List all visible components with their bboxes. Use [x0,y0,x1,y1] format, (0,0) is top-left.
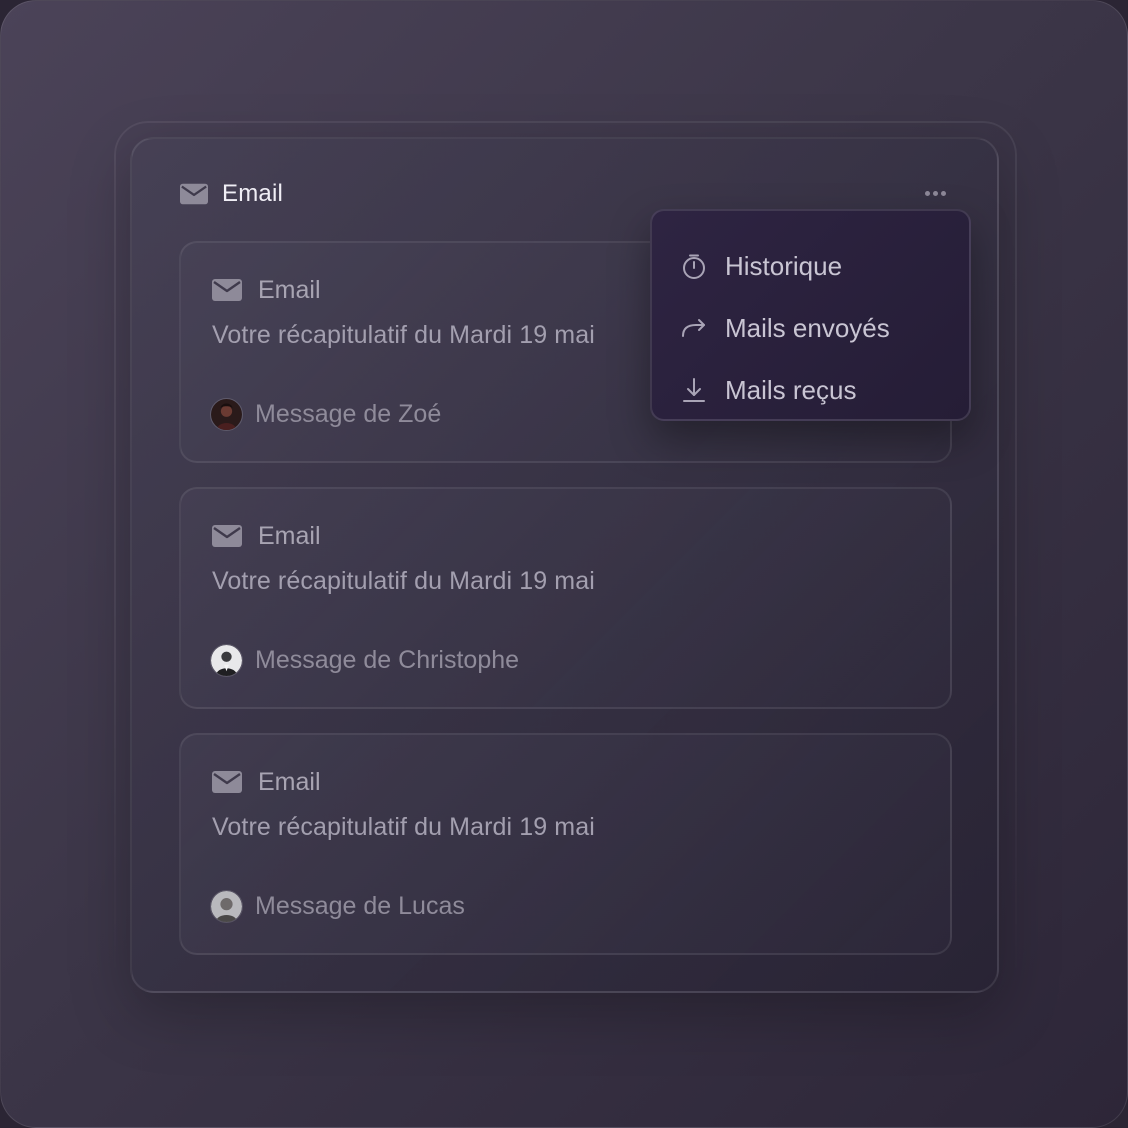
card-header: Email [212,275,321,305]
mail-icon [212,771,242,793]
menu-item-label: Mails reçus [725,374,857,405]
avatar-lucas [210,889,243,923]
more-horizontal-icon [924,190,930,196]
widget-title: Email [222,180,284,207]
mail-icon [212,525,242,547]
email-card[interactable]: Email Votre récapitulatif du Mardi 19 ma… [179,733,952,955]
card-header: Email [212,521,321,551]
menu-item-historique[interactable]: Historique [652,235,969,297]
download-icon [683,378,705,402]
stopwatch-icon [683,254,705,279]
card-message-text: Message de Lucas [255,891,465,920]
widget-header: Email [180,179,283,209]
card-message: Message de Zoé [210,397,441,431]
options-dropdown-menu: Historique Mails envoyés Mails reçus [650,209,971,421]
menu-item-mails-recus[interactable]: Mails reçus [652,359,969,421]
forward-arrow-icon [682,319,705,337]
card-subject: Votre récapitulatif du Mardi 19 mai [212,813,595,841]
more-options-button[interactable] [919,181,951,205]
card-message-text: Message de Christophe [255,645,520,674]
menu-item-mails-envoyes[interactable]: Mails envoyés [652,297,969,359]
card-message: Message de Christophe [210,643,519,677]
mail-icon [212,279,242,301]
avatar-christophe [210,643,243,677]
card-subject: Votre récapitulatif du Mardi 19 mai [212,567,595,595]
avatar-zoe [210,397,243,431]
app-frame: Email Email Votre récapitulatif du Mardi… [0,0,1128,1128]
card-header: Email [212,767,321,797]
email-card[interactable]: Email Votre récapitulatif du Mardi 19 ma… [179,487,952,709]
card-message: Message de Lucas [210,889,465,923]
card-subject: Votre récapitulatif du Mardi 19 mai [212,321,595,349]
menu-item-label: Mails envoyés [725,312,890,343]
card-label: Email [258,767,321,796]
menu-item-label: Historique [725,250,843,281]
mail-icon [180,183,208,205]
card-message-text: Message de Zoé [255,399,442,428]
card-label: Email [258,521,321,550]
card-label: Email [258,275,321,304]
